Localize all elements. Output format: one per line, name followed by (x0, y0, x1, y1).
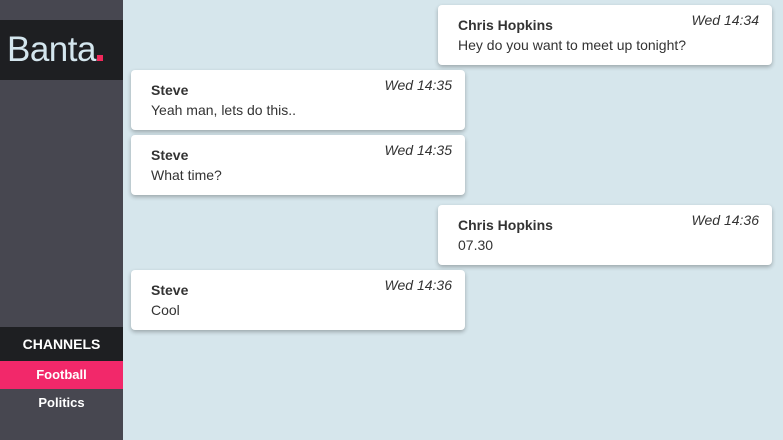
message-text: Yeah man, lets do this.. (151, 102, 297, 118)
message-card: Chris Hopkins Wed 14:36 07.30 (438, 205, 772, 265)
message-time: Wed 14:36 (691, 212, 759, 228)
message-card: Steve Wed 14:36 Cool (131, 270, 465, 330)
message-card: Steve Wed 14:35 What time? (131, 135, 465, 195)
channels-header: CHANNELS (0, 327, 123, 361)
message-time: Wed 14:35 (384, 77, 452, 93)
message-text: 07.30 (458, 237, 494, 253)
app-logo[interactable]: Banta (7, 30, 103, 70)
logo-text: Banta (7, 30, 96, 69)
message-time: Wed 14:36 (384, 277, 452, 293)
message-author: Steve (151, 82, 189, 98)
sidebar: Banta CHANNELS Football Politics (0, 0, 123, 440)
message-card: Chris Hopkins Wed 14:34 Hey do you want … (438, 5, 772, 65)
message-author: Steve (151, 147, 189, 163)
channel-item-football[interactable]: Football (0, 361, 123, 389)
message-author: Chris Hopkins (458, 217, 553, 233)
message-text: Hey do you want to meet up tonight? (458, 37, 687, 53)
message-text: What time? (151, 167, 222, 183)
logo-dot (96, 55, 103, 61)
message-time: Wed 14:35 (384, 142, 452, 158)
message-card: Steve Wed 14:35 Yeah man, lets do this.. (131, 70, 465, 130)
message-time: Wed 14:34 (691, 12, 759, 28)
channel-item-politics[interactable]: Politics (0, 389, 123, 417)
message-text: Cool (151, 302, 180, 318)
message-author: Steve (151, 282, 189, 298)
message-author: Chris Hopkins (458, 17, 553, 33)
